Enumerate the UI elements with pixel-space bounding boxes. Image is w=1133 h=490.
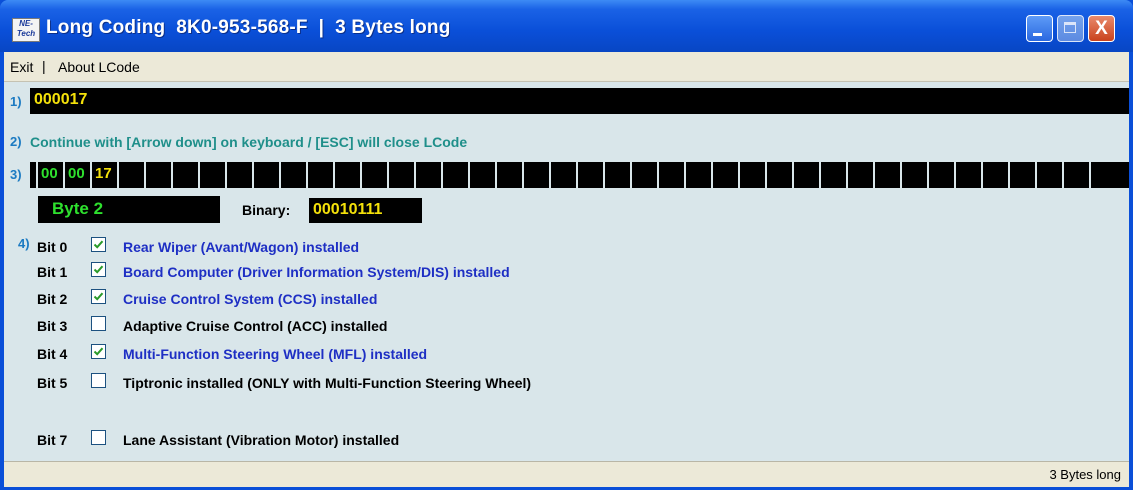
selected-byte-text: Byte 2 [52,199,104,218]
byte-cell-empty[interactable] [468,162,495,188]
selected-byte-label: Byte 2 [38,196,220,223]
byte-cell-empty[interactable] [765,162,792,188]
byte-cell-empty[interactable] [684,162,711,188]
status-bar: 3 Bytes long [4,461,1129,487]
byte-cell-empty[interactable] [657,162,684,188]
byte-cell-0[interactable]: 00 [36,162,63,188]
window-title: Long Coding 8K0-953-568-F | 3 Bytes long [46,17,451,38]
byte-cell-empty[interactable] [819,162,846,188]
byte-cell-2[interactable]: 17 [90,162,117,188]
maximize-button[interactable] [1057,15,1084,42]
byte-cell-value: 17 [95,165,112,182]
byte-cell-empty[interactable] [549,162,576,188]
byte-cell-empty[interactable] [1062,162,1089,188]
byte-cells-row: 00 00 17 [30,162,1129,188]
check-icon [93,347,104,356]
byte-cell-empty[interactable] [711,162,738,188]
title-bar[interactable]: NE- Tech Long Coding 8K0-953-568-F | 3 B… [0,0,1133,52]
coding-value: 000017 [34,91,88,108]
byte-cell-empty[interactable] [279,162,306,188]
byte-cell-1[interactable]: 00 [63,162,90,188]
app-icon-text-top: NE- [19,19,33,28]
byte-cell-empty[interactable] [1008,162,1035,188]
menu-about[interactable]: About LCode [58,59,140,75]
bit-description[interactable]: Tiptronic installed (ONLY with Multi-Fun… [123,375,531,391]
byte-cell-empty[interactable] [414,162,441,188]
step-3-label: 3) [10,167,22,182]
byte-cell-empty[interactable] [225,162,252,188]
app-icon-text-bottom: Tech [16,29,36,38]
menu-exit[interactable]: Exit [10,59,33,75]
byte-cell-empty[interactable] [927,162,954,188]
menu-bar: Exit | About LCode [4,52,1129,82]
bit-label: Bit 4 [37,346,68,362]
coding-value-field[interactable]: 000017 [30,88,1129,114]
binary-label: Binary: [242,202,291,218]
status-text: 3 Bytes long [1049,467,1121,482]
bit-label: Bit 3 [37,318,68,334]
byte-cell-empty[interactable] [360,162,387,188]
bit-checkbox[interactable] [91,430,106,445]
close-button[interactable]: X [1088,15,1115,42]
step-4-label: 4) [18,236,30,251]
byte-cell-empty[interactable] [846,162,873,188]
step-2-label: 2) [10,134,22,149]
check-icon [93,265,104,274]
byte-cell-empty[interactable] [495,162,522,188]
bit-label: Bit 1 [37,264,68,280]
bit-checkbox[interactable] [91,373,106,388]
bit-description[interactable]: Rear Wiper (Avant/Wagon) installed [123,239,359,255]
byte-cell-empty[interactable] [306,162,333,188]
byte-cell-empty[interactable] [198,162,225,188]
bit-checkbox[interactable] [91,262,106,277]
bit-label: Bit 2 [37,291,68,307]
close-icon: X [1095,18,1108,39]
byte-cell-empty[interactable] [333,162,360,188]
byte-cell-empty[interactable] [981,162,1008,188]
byte-cell-empty[interactable] [144,162,171,188]
binary-value-field: 00010111 [309,198,422,223]
bit-checkbox[interactable] [91,289,106,304]
bit-description[interactable]: Cruise Control System (CCS) installed [123,291,377,307]
byte-cell-empty[interactable] [171,162,198,188]
bit-description[interactable]: Lane Assistant (Vibration Motor) install… [123,432,399,448]
bit-checkbox[interactable] [91,344,106,359]
binary-value: 00010111 [313,201,383,218]
bit-label: Bit 0 [37,239,68,255]
client-area: Exit | About LCode 1) 00 00 17 2) Continue… [4,52,1129,487]
bit-description[interactable]: Adaptive Cruise Control (ACC) installed [123,318,387,334]
byte-cell-empty[interactable] [576,162,603,188]
hint-text: Continue with [Arrow down] on keyboard /… [30,134,468,150]
check-icon [93,292,104,301]
byte-cell-empty[interactable] [1035,162,1062,188]
byte-cell-empty[interactable] [252,162,279,188]
bit-checkbox[interactable] [91,237,106,252]
bit-checkbox[interactable] [91,316,106,331]
bit-description[interactable]: Multi-Function Steering Wheel (MFL) inst… [123,346,427,362]
menu-separator: | [42,58,46,74]
app-window: NE- Tech Long Coding 8K0-953-568-F | 3 B… [0,0,1133,490]
bit-label: Bit 5 [37,375,68,391]
byte-cell-empty[interactable] [117,162,144,188]
byte-cell-empty[interactable] [873,162,900,188]
byte-cell-empty[interactable] [738,162,765,188]
bit-label: Bit 7 [37,432,68,448]
byte-cell-empty[interactable] [900,162,927,188]
byte-cell-empty[interactable] [387,162,414,188]
bit-description[interactable]: Board Computer (Driver Information Syste… [123,264,510,280]
byte-cell-empty[interactable] [603,162,630,188]
minimize-button[interactable] [1026,15,1053,42]
byte-cell-value: 00 [41,165,58,182]
app-icon[interactable]: NE- Tech [12,18,40,42]
byte-cell-empty[interactable] [792,162,819,188]
byte-cell-value: 00 [68,165,85,182]
byte-cell-empty[interactable] [954,162,981,188]
check-icon [93,240,104,249]
byte-cell-empty[interactable] [630,162,657,188]
step-1-label: 1) [10,94,22,109]
byte-cell-empty[interactable] [441,162,468,188]
byte-cell-empty[interactable] [1089,162,1116,188]
byte-cell-empty[interactable] [522,162,549,188]
